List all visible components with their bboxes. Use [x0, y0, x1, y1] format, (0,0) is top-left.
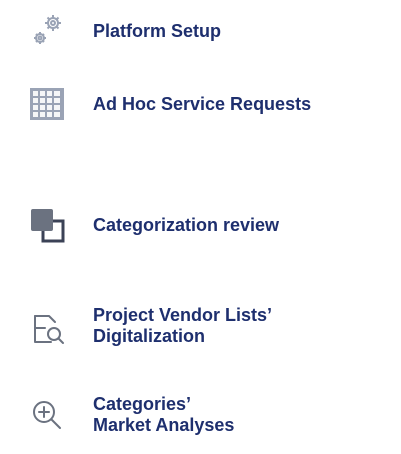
menu-item-label: Project Vendor Lists’ Digitalization [93, 305, 273, 346]
menu-item-label: Ad Hoc Service Requests [93, 93, 312, 114]
menu-item-label: Platform Setup [93, 20, 222, 41]
menu-item-categories-market-analyses[interactable]: Categories’ Market Analyses [22, 390, 392, 440]
gears-icon [22, 6, 72, 56]
document-search-icon [22, 301, 72, 351]
menu-item-ad-hoc-service-requests[interactable]: Ad Hoc Service Requests [22, 79, 392, 129]
menu-list: Platform Setup Ad Hoc Service Requests C… [0, 0, 401, 454]
menu-item-label: Categories’ Market Analyses [93, 394, 235, 435]
menu-item-label: Categorization review [93, 214, 280, 235]
menu-item-platform-setup[interactable]: Platform Setup [22, 6, 392, 56]
keypad-grid-icon [22, 79, 72, 129]
menu-item-categorization-review[interactable]: Categorization review [22, 200, 392, 250]
zoom-in-icon [22, 390, 72, 440]
overlapping-squares-icon [22, 200, 72, 250]
menu-item-project-vendor-lists-digitalization[interactable]: Project Vendor Lists’ Digitalization [22, 301, 392, 351]
